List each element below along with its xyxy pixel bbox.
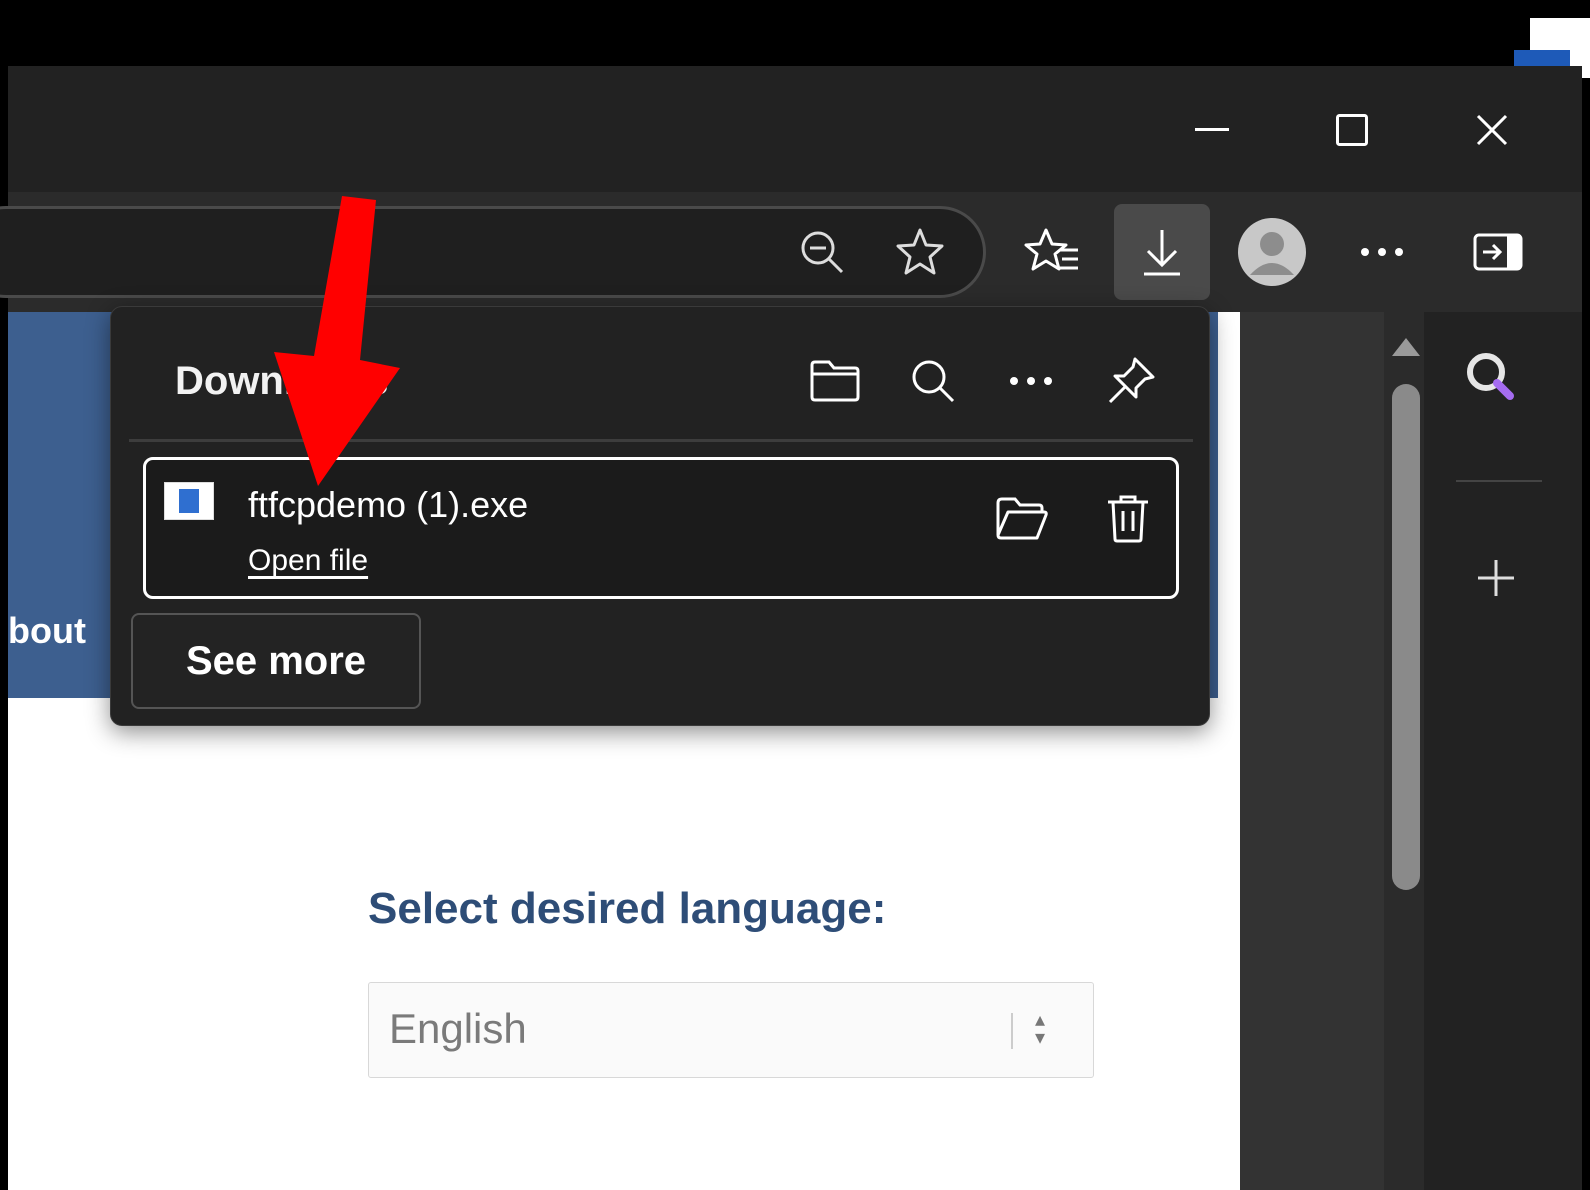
download-icon[interactable] [1114, 204, 1210, 300]
open-file-link[interactable]: Open file [248, 544, 368, 578]
downloads-more-options-icon[interactable] [999, 349, 1063, 413]
exe-file-icon [164, 482, 214, 520]
language-select[interactable]: English ▴ ▾ [368, 982, 1094, 1078]
pin-icon[interactable] [1099, 349, 1163, 413]
search-icon[interactable] [1464, 350, 1520, 411]
select-arrows-icon: ▴ ▾ [1035, 1009, 1046, 1049]
maximize-icon[interactable] [1320, 106, 1384, 154]
banner-nav-text[interactable]: bout [8, 610, 86, 652]
more-options-icon[interactable] [1334, 204, 1430, 300]
zoom-out-icon[interactable] [774, 204, 870, 300]
add-icon[interactable] [1474, 556, 1518, 605]
see-more-button[interactable]: See more [131, 613, 421, 709]
page-right-panel [1240, 312, 1402, 1190]
favorite-star-icon[interactable] [872, 204, 968, 300]
title-bar [8, 66, 1582, 192]
show-in-folder-icon[interactable] [990, 486, 1054, 550]
scroll-up-icon[interactable] [1392, 338, 1420, 356]
language-select-value: English [389, 1005, 527, 1052]
minimize-icon[interactable] [1180, 106, 1244, 154]
favorites-list-icon[interactable] [1004, 204, 1100, 300]
annotation-arrow [274, 196, 400, 486]
edge-sidebar [1428, 312, 1582, 1190]
close-icon[interactable] [1460, 106, 1524, 154]
open-downloads-folder-icon[interactable] [803, 349, 867, 413]
screen-top-bar [0, 0, 1590, 66]
sidebar-toggle-icon[interactable] [1450, 204, 1546, 300]
profile-avatar-icon[interactable] [1224, 204, 1320, 300]
language-title: Select desired language: [368, 884, 887, 933]
delete-icon[interactable] [1096, 486, 1160, 550]
sidebar-divider [1456, 480, 1542, 482]
search-downloads-icon[interactable] [901, 349, 965, 413]
scrollbar-thumb[interactable] [1392, 384, 1420, 890]
select-separator [1011, 1013, 1013, 1049]
